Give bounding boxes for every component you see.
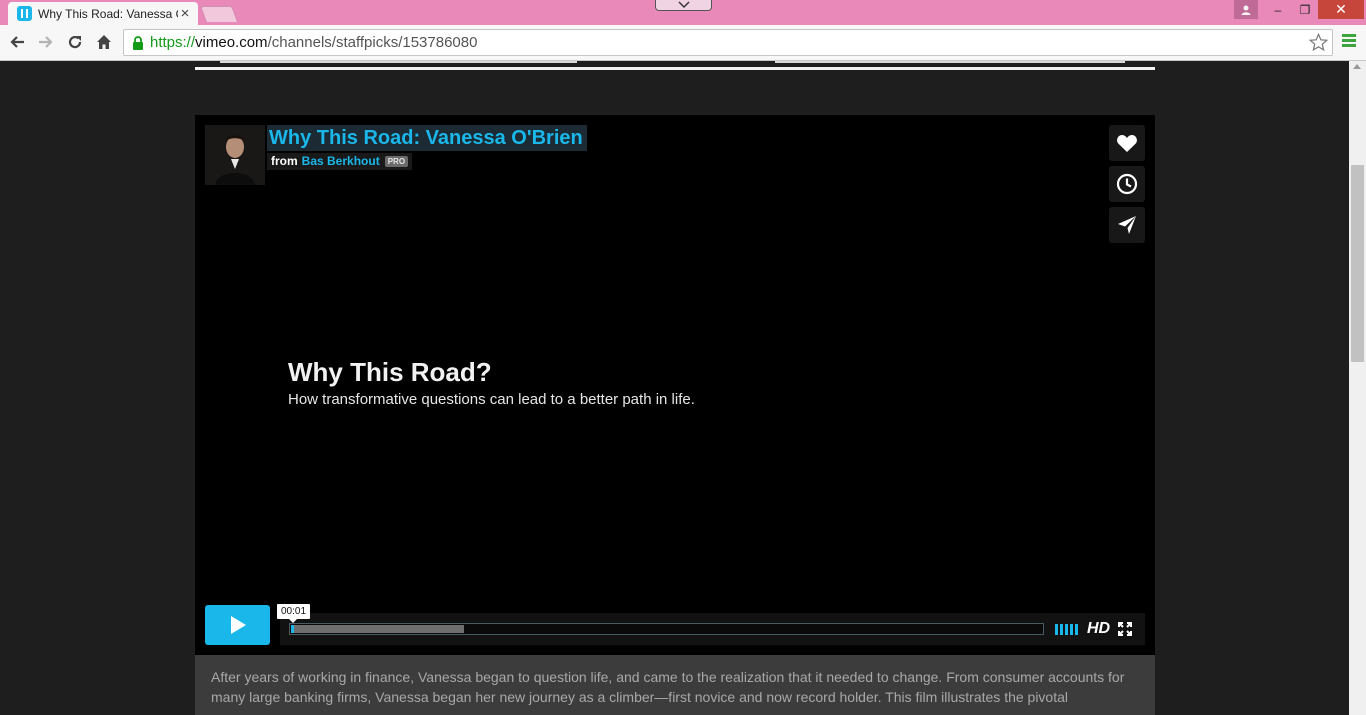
like-button[interactable] bbox=[1109, 125, 1145, 161]
tab-close-icon[interactable]: × bbox=[178, 6, 192, 21]
volume-bar bbox=[1070, 624, 1073, 635]
scroll-thumb[interactable] bbox=[1351, 165, 1364, 362]
browser-tab[interactable]: Why This Road: Vanessa O × bbox=[8, 2, 198, 25]
new-tab-button[interactable] bbox=[200, 6, 238, 22]
uploader-avatar[interactable] bbox=[205, 125, 265, 185]
forward-button[interactable] bbox=[35, 31, 57, 53]
address-bar[interactable]: https://vimeo.com/channels/staffpicks/15… bbox=[123, 29, 1333, 56]
paper-plane-icon bbox=[1118, 216, 1136, 234]
back-button[interactable] bbox=[6, 31, 28, 53]
divider bbox=[775, 61, 1125, 63]
volume-bar bbox=[1055, 624, 1058, 635]
browser-toolbar: https://vimeo.com/channels/staffpicks/15… bbox=[0, 25, 1366, 61]
close-window-button[interactable]: ✕ bbox=[1318, 0, 1364, 19]
url-host: vimeo.com bbox=[195, 34, 268, 51]
maximize-button[interactable]: ❐ bbox=[1292, 0, 1318, 19]
byline-prefix: from bbox=[271, 154, 298, 168]
url-text: https://vimeo.com/channels/staffpicks/15… bbox=[150, 34, 477, 51]
profile-icon[interactable] bbox=[1234, 0, 1258, 19]
scroll-up-icon[interactable] bbox=[1353, 64, 1361, 69]
volume-control[interactable] bbox=[1055, 624, 1078, 635]
bookmark-star-icon bbox=[1309, 33, 1328, 52]
play-icon bbox=[230, 616, 246, 634]
back-arrow-icon bbox=[10, 36, 24, 48]
url-path: /channels/staffpicks/153786080 bbox=[267, 34, 478, 51]
minimize-button[interactable]: – bbox=[1264, 0, 1292, 19]
author-link[interactable]: Bas Berkhout bbox=[302, 154, 380, 168]
lock-icon bbox=[133, 35, 143, 50]
divider bbox=[220, 61, 577, 63]
tab-title: Why This Road: Vanessa O bbox=[38, 6, 178, 21]
avatar-photo-icon bbox=[205, 125, 265, 185]
hd-button[interactable]: HD bbox=[1087, 620, 1110, 638]
played-bar bbox=[291, 625, 294, 633]
video-description: After years of working in finance, Vanes… bbox=[195, 655, 1155, 715]
clock-icon bbox=[1116, 173, 1138, 195]
pro-badge: PRO bbox=[384, 155, 409, 167]
play-button[interactable] bbox=[205, 605, 270, 645]
control-bar: HD bbox=[280, 613, 1145, 645]
divider bbox=[195, 67, 1155, 70]
video-title-box[interactable]: Why This Road: Vanessa O'Brien bbox=[267, 125, 587, 151]
progress-bar[interactable] bbox=[289, 623, 1044, 635]
slide-heading: Why This Road? bbox=[288, 357, 492, 387]
volume-bar bbox=[1075, 624, 1078, 635]
byline: from Bas Berkhout PRO bbox=[267, 153, 413, 170]
video-player[interactable]: Why This Road: Vanessa O'Brien from Bas … bbox=[195, 115, 1155, 655]
collapse-chevron-icon[interactable] bbox=[655, 0, 712, 11]
vimeo-favicon-icon bbox=[17, 6, 32, 21]
slide-subtitle: How transformative questions can lead to… bbox=[288, 391, 695, 408]
share-button[interactable] bbox=[1109, 207, 1145, 243]
video-title[interactable]: Why This Road: Vanessa O'Brien bbox=[269, 126, 583, 150]
reload-button[interactable] bbox=[64, 31, 86, 53]
time-tooltip: 00:01 bbox=[277, 604, 311, 623]
chrome-menu-icon[interactable] bbox=[1342, 34, 1356, 49]
watch-later-button[interactable] bbox=[1109, 166, 1145, 202]
volume-bar bbox=[1065, 624, 1068, 635]
vimeo-page: Why This Road: Vanessa O'Brien from Bas … bbox=[0, 61, 1349, 715]
home-button[interactable] bbox=[93, 31, 115, 53]
close-icon: ✕ bbox=[1335, 1, 1347, 17]
reload-icon bbox=[68, 35, 82, 49]
url-scheme: https:// bbox=[150, 34, 196, 51]
browser-titlebar: Why This Road: Vanessa O × – ❐ ✕ bbox=[0, 0, 1366, 25]
volume-bar bbox=[1060, 624, 1063, 635]
forward-arrow-icon bbox=[39, 36, 53, 48]
page-scrollbar[interactable] bbox=[1349, 61, 1366, 715]
buffered-bar bbox=[291, 625, 464, 633]
fullscreen-icon[interactable] bbox=[1118, 622, 1132, 636]
heart-icon bbox=[1117, 134, 1137, 152]
home-icon bbox=[97, 35, 111, 49]
